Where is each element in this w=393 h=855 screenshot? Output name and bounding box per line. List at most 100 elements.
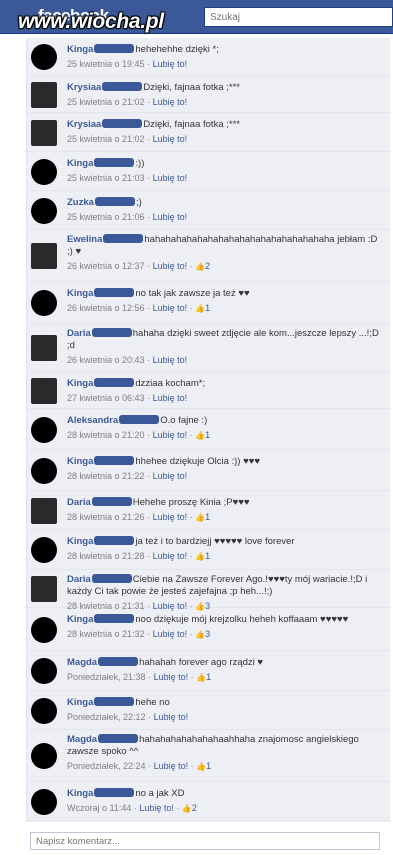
comment-author[interactable]: Kinga — [67, 536, 93, 547]
like-link[interactable]: Lubię to! — [153, 59, 188, 69]
avatar[interactable] — [31, 158, 57, 185]
comment-input[interactable] — [30, 832, 380, 850]
comment-timestamp[interactable]: 25 kwietnia o 21:06 — [67, 212, 145, 222]
avatar[interactable] — [31, 416, 57, 443]
comment-timestamp[interactable]: 27 kwietnia o 06:43 — [67, 393, 145, 403]
comment-author[interactable]: Kinga — [67, 456, 93, 467]
like-link[interactable]: Lubię to! — [154, 672, 189, 682]
thumbs-up-icon[interactable]: 👍 — [195, 552, 205, 561]
comment-timestamp[interactable]: 28 kwietnia o 21:32 — [67, 629, 145, 639]
comment-author[interactable]: Zuzka — [67, 197, 94, 208]
like-link[interactable]: Lubię to! — [153, 629, 188, 639]
comment-timestamp[interactable]: Wczoraj o 11:44 — [67, 803, 131, 813]
separator-dot: · — [144, 261, 153, 271]
like-count[interactable]: 1 — [205, 303, 210, 313]
comment-author[interactable]: Daria — [67, 497, 91, 508]
avatar[interactable] — [31, 658, 57, 684]
thumbs-up-icon[interactable]: 👍 — [195, 304, 205, 313]
search-input[interactable] — [204, 7, 393, 27]
comment-author[interactable]: Kinga — [67, 697, 93, 708]
comment-timestamp[interactable]: 25 kwietnia o 21:02 — [67, 97, 145, 107]
comment-author[interactable]: Kinga — [67, 614, 93, 625]
like-count[interactable]: 3 — [205, 629, 210, 639]
thumbs-up-icon[interactable]: 👍 — [195, 431, 205, 440]
avatar[interactable] — [31, 243, 57, 269]
comment-timestamp[interactable]: 28 kwietnia o 21:20 — [67, 430, 145, 440]
comment-timestamp[interactable]: 25 kwietnia o 19:45 — [67, 59, 145, 69]
comment-author[interactable]: Magda — [67, 734, 97, 745]
like-link[interactable]: Lubię to! — [153, 355, 188, 365]
like-count[interactable]: 1 — [205, 430, 210, 440]
comment-author[interactable]: Kinga — [67, 158, 93, 169]
comment-timestamp[interactable]: 25 kwietnia o 21:02 — [67, 134, 145, 144]
avatar[interactable] — [31, 697, 57, 724]
comment-timestamp[interactable]: 28 kwietnia o 21:22 — [67, 471, 145, 481]
comment-timestamp[interactable]: Poniedziałek, 22:12 — [67, 712, 146, 722]
avatar[interactable] — [31, 377, 57, 404]
avatar[interactable] — [31, 81, 57, 108]
like-count[interactable]: 1 — [205, 551, 210, 561]
comment-timestamp[interactable]: 28 kwietnia o 21:28 — [67, 551, 145, 561]
like-link[interactable]: Lubię to! — [153, 261, 188, 271]
like-count[interactable]: 1 — [206, 672, 211, 682]
comment-author[interactable]: Magda — [67, 657, 97, 668]
avatar[interactable] — [31, 119, 57, 146]
comment-author[interactable]: Ewelina — [67, 234, 102, 245]
like-link[interactable]: Lubię to! — [153, 471, 188, 481]
avatar[interactable] — [31, 497, 57, 524]
avatar[interactable] — [31, 44, 57, 70]
avatar[interactable] — [31, 576, 57, 602]
comment-body: Ewelina hahahahahahahahahahahahahahahahah… — [67, 234, 385, 273]
comment-author[interactable]: Daria — [67, 328, 91, 339]
thumbs-up-icon[interactable]: 👍 — [196, 673, 206, 682]
thumbs-up-icon[interactable]: 👍 — [195, 513, 205, 522]
comment-author[interactable]: Kinga — [67, 288, 93, 299]
like-link[interactable]: Lubię to! — [139, 803, 174, 813]
like-link[interactable]: Lubię to! — [153, 512, 188, 522]
thumbs-up-icon[interactable]: 👍 — [195, 630, 205, 639]
comment-timestamp[interactable]: 28 kwietnia o 21:26 — [67, 512, 145, 522]
avatar[interactable] — [31, 616, 57, 643]
like-link[interactable]: Lubię to! — [153, 430, 188, 440]
like-link[interactable]: Lubię to! — [153, 303, 188, 313]
avatar[interactable] — [31, 290, 57, 316]
like-count[interactable]: 2 — [192, 803, 197, 813]
comment-timestamp[interactable]: Poniedziałek, 21:38 — [67, 672, 146, 682]
thumbs-up-icon[interactable]: 👍 — [195, 262, 205, 271]
like-link[interactable]: Lubię to! — [153, 134, 188, 144]
avatar[interactable] — [31, 743, 57, 769]
like-link[interactable]: Lubię to! — [153, 393, 188, 403]
avatar[interactable] — [31, 197, 57, 224]
like-count[interactable]: 2 — [205, 261, 210, 271]
comment-timestamp[interactable]: 26 kwietnia o 20:43 — [67, 355, 145, 365]
avatar[interactable] — [31, 788, 57, 815]
comment-author[interactable]: Krysiaa — [67, 82, 101, 93]
comment-timestamp[interactable]: Poniedziałek, 22:24 — [67, 761, 146, 771]
like-link[interactable]: Lubię to! — [153, 212, 188, 222]
separator-dot: · — [144, 97, 153, 107]
like-link[interactable]: Lubię to! — [153, 97, 188, 107]
comment-author[interactable]: Aleksandra — [67, 415, 118, 426]
comment-timestamp[interactable]: 26 kwietnia o 12:56 — [67, 303, 145, 313]
comment-author[interactable]: Kinga — [67, 44, 93, 55]
comment-text: Hehehe proszę Kinia ;P♥♥♥ — [132, 497, 250, 508]
avatar[interactable] — [31, 457, 57, 484]
comment-text: Dzięki, fajnaa fotka ;*** — [143, 82, 240, 93]
like-link[interactable]: Lubię to! — [153, 173, 188, 183]
like-count[interactable]: 1 — [205, 512, 210, 522]
avatar[interactable] — [31, 335, 57, 361]
like-link[interactable]: Lubię to! — [154, 761, 189, 771]
thumbs-up-icon[interactable]: 👍 — [182, 804, 192, 813]
comment-timestamp[interactable]: 25 kwietnia o 21:03 — [67, 173, 145, 183]
like-link[interactable]: Lubię to! — [154, 712, 189, 722]
comment-author[interactable]: Daria — [67, 574, 91, 585]
comment-author[interactable]: Kinga — [67, 788, 93, 799]
comment-author[interactable]: Krysiaa — [67, 119, 101, 130]
thumbs-up-icon[interactable]: 👍 — [196, 762, 206, 771]
comment-author[interactable]: Kinga — [67, 378, 93, 389]
separator-dot: · — [188, 672, 197, 682]
like-link[interactable]: Lubię to! — [153, 551, 188, 561]
comment-timestamp[interactable]: 26 kwietnia o 12:37 — [67, 261, 145, 271]
like-count[interactable]: 1 — [206, 761, 211, 771]
avatar[interactable] — [31, 537, 57, 563]
